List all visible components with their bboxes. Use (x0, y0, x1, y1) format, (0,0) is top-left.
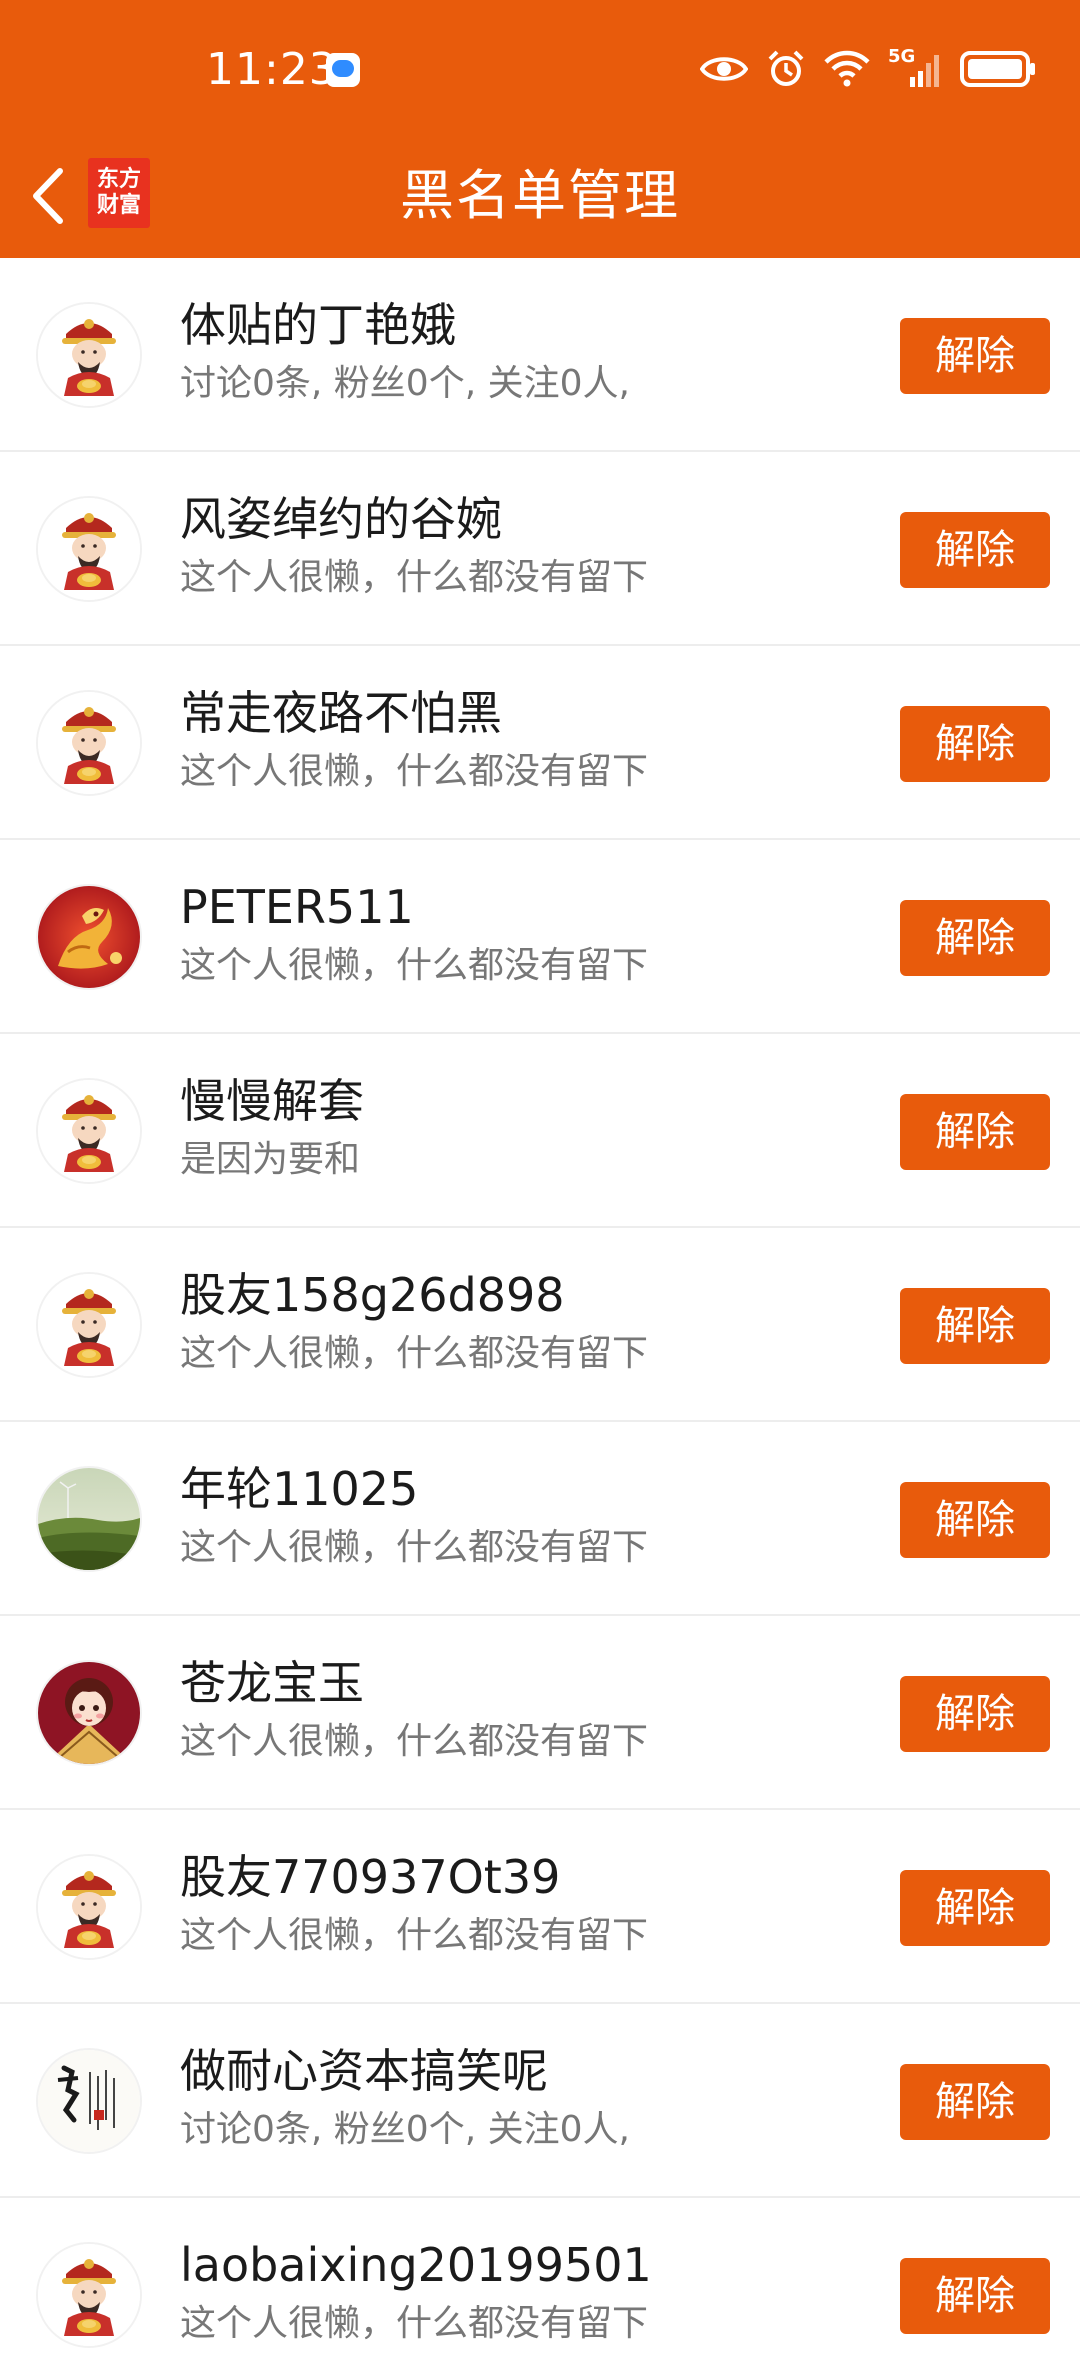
status-bar: 11:23 5G (0, 0, 1080, 136)
user-description: 讨论0条, 粉丝0个, 关注0人, (180, 363, 630, 404)
user-description: 这个人很懒，什么都没有留下 (180, 1527, 649, 1568)
user-name[interactable]: 体贴的丁艳娥 (180, 296, 456, 354)
blacklist-row[interactable]: 年轮11025 这个人很懒，什么都没有留下 解除 (0, 1422, 1080, 1616)
user-name[interactable]: 常走夜路不怕黑 (180, 684, 502, 742)
user-avatar[interactable] (36, 1466, 142, 1572)
app-screen: 11:23 5G 东方 财富 黑名单管理 体贴的丁艳娥 讨论0条, 粉丝0个, … (0, 0, 1080, 2376)
blacklist-row[interactable]: laobaixing20199501 这个人很懒，什么都没有留下 解除 (0, 2198, 1080, 2376)
unblock-button[interactable]: 解除 (900, 1676, 1050, 1752)
blacklist-row[interactable]: 体贴的丁艳娥讨论0条, 粉丝0个, 关注0人, 解除 (0, 258, 1080, 452)
user-avatar[interactable] (36, 2048, 142, 2154)
user-avatar[interactable] (36, 884, 142, 990)
user-description: 这个人很懒，什么都没有留下 (180, 1721, 649, 1762)
status-time: 11:23 (206, 44, 338, 95)
user-name[interactable]: laobaixing20199501 (180, 2236, 652, 2294)
status-icons: 5G (700, 46, 1036, 92)
user-description: 讨论0条, 粉丝0个, 关注0人, (180, 2109, 630, 2150)
unblock-button[interactable]: 解除 (900, 1482, 1050, 1558)
user-description: 是因为要和 (180, 1139, 361, 1180)
user-description: 这个人很懒，什么都没有留下 (180, 751, 649, 792)
unblock-button[interactable]: 解除 (900, 2064, 1050, 2140)
wifi-icon (824, 50, 870, 88)
network-label: 5G (888, 46, 916, 67)
alarm-icon (766, 49, 806, 89)
blacklist-row[interactable]: 做耐心资本搞笑呢讨论0条, 粉丝0个, 关注0人, 解除 (0, 2004, 1080, 2198)
unblock-button[interactable]: 解除 (900, 1288, 1050, 1364)
blacklist-row[interactable]: 慢慢解套是因为要和 解除 (0, 1034, 1080, 1228)
navigation-header: 东方 财富 黑名单管理 (0, 136, 1080, 258)
user-description: 这个人很懒，什么都没有留下 (180, 945, 649, 986)
user-description: 这个人很懒，什么都没有留下 (180, 1915, 649, 1956)
user-name[interactable]: 慢慢解套 (180, 1072, 364, 1130)
user-avatar[interactable] (36, 496, 142, 602)
unblock-button[interactable]: 解除 (900, 706, 1050, 782)
blacklist-row[interactable]: 股友158g26d898 这个人很懒，什么都没有留下 解除 (0, 1228, 1080, 1422)
user-description: 这个人很懒，什么都没有留下 (180, 1333, 649, 1374)
unblock-button[interactable]: 解除 (900, 900, 1050, 976)
blacklist-row[interactable]: 风姿绰约的谷婉这个人很懒，什么都没有留下 解除 (0, 452, 1080, 646)
blacklist-row[interactable]: 苍龙宝玉这个人很懒，什么都没有留下 解除 (0, 1616, 1080, 1810)
battery-icon (960, 51, 1036, 87)
user-name[interactable]: 股友158g26d898 (180, 1266, 565, 1324)
user-name[interactable]: PETER511 (180, 878, 414, 936)
message-notification-icon (326, 53, 360, 87)
user-avatar[interactable] (36, 1854, 142, 1960)
page-title: 黑名单管理 (400, 164, 680, 227)
user-avatar[interactable] (36, 2242, 142, 2348)
blacklist-row[interactable]: PETER511 这个人很懒，什么都没有留下 解除 (0, 840, 1080, 1034)
user-name[interactable]: 年轮11025 (180, 1460, 418, 1518)
user-description: 这个人很懒，什么都没有留下 (180, 557, 649, 598)
blacklist-row[interactable]: 股友770937Ot39 这个人很懒，什么都没有留下 解除 (0, 1810, 1080, 2004)
user-name[interactable]: 风姿绰约的谷婉 (180, 490, 502, 548)
user-avatar[interactable] (36, 1078, 142, 1184)
top-bar: 11:23 5G 东方 财富 黑名单管理 (0, 0, 1080, 258)
user-avatar[interactable] (36, 1272, 142, 1378)
unblock-button[interactable]: 解除 (900, 2258, 1050, 2334)
unblock-button[interactable]: 解除 (900, 1870, 1050, 1946)
unblock-button[interactable]: 解除 (900, 1094, 1050, 1170)
user-avatar[interactable] (36, 302, 142, 408)
user-avatar[interactable] (36, 1660, 142, 1766)
user-name[interactable]: 股友770937Ot39 (180, 1848, 560, 1906)
blacklist-list: 体贴的丁艳娥讨论0条, 粉丝0个, 关注0人, 解除 风姿绰约的谷婉这个人很懒，什… (0, 258, 1080, 2376)
unblock-button[interactable]: 解除 (900, 318, 1050, 394)
user-description: 这个人很懒，什么都没有留下 (180, 2303, 649, 2344)
user-name[interactable]: 做耐心资本搞笑呢 (180, 2042, 548, 2100)
unblock-button[interactable]: 解除 (900, 512, 1050, 588)
eye-icon (700, 52, 748, 86)
blacklist-row[interactable]: 常走夜路不怕黑这个人很懒，什么都没有留下 解除 (0, 646, 1080, 840)
signal-icon: 5G (888, 46, 942, 89)
user-avatar[interactable] (36, 690, 142, 796)
user-name[interactable]: 苍龙宝玉 (180, 1654, 364, 1712)
